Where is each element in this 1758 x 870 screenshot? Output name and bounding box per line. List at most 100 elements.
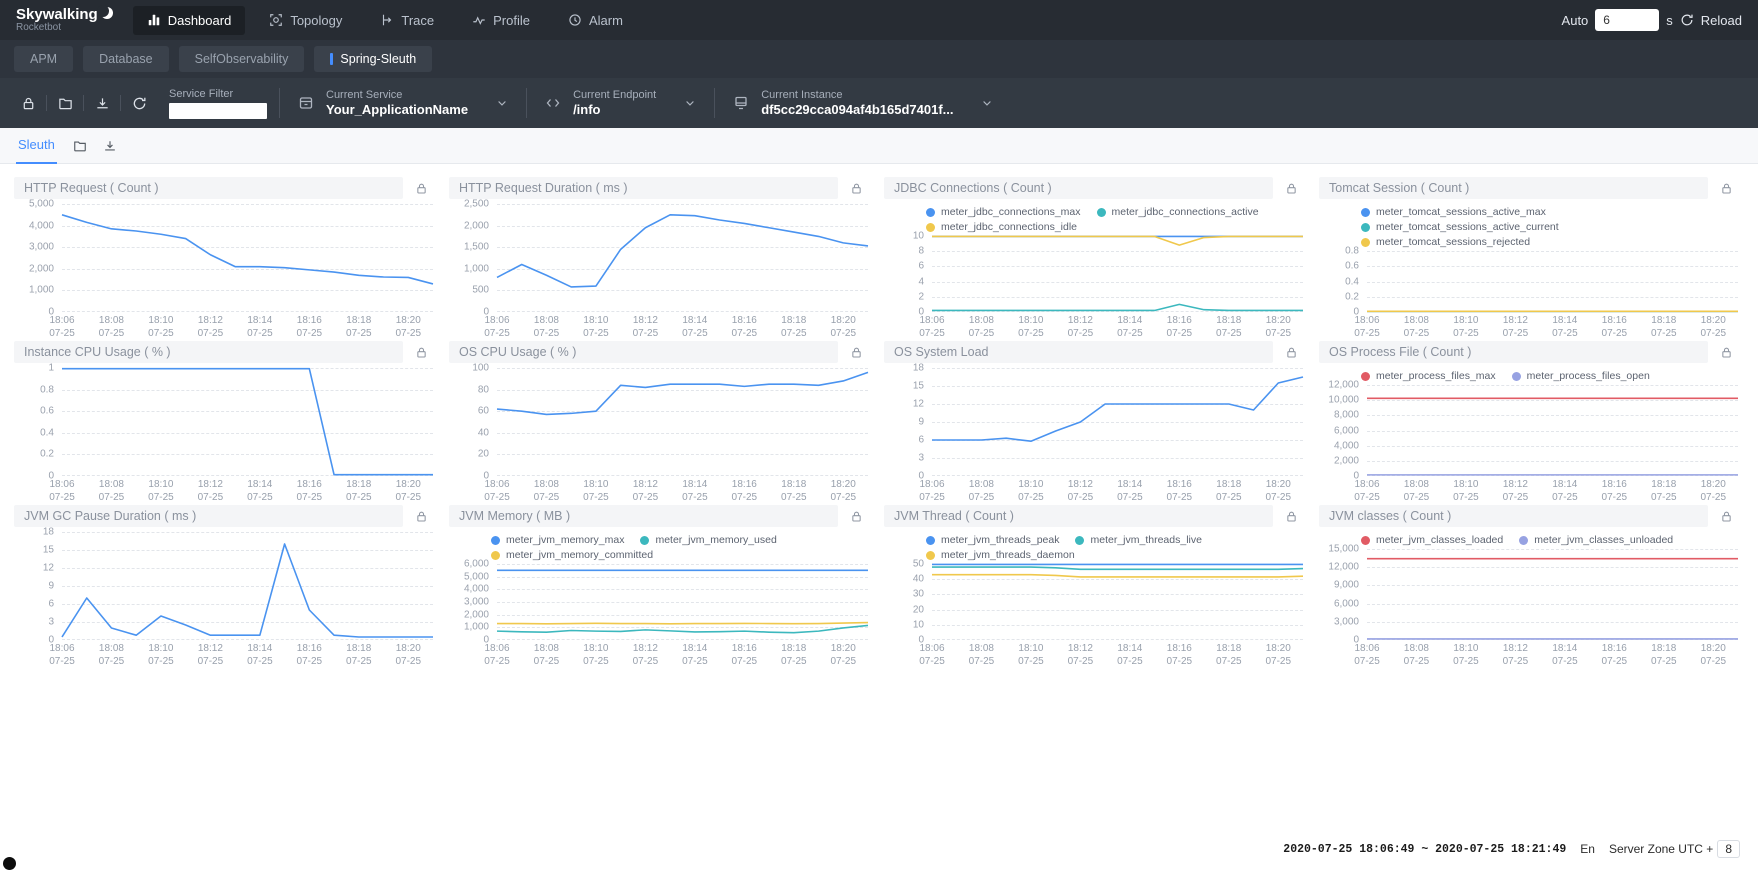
nav-item-profile[interactable]: Profile xyxy=(458,6,544,35)
legend-item[interactable]: meter_jvm_threads_live xyxy=(1075,534,1201,546)
y-tick-label: 12,000 xyxy=(1328,562,1359,573)
refresh-icon[interactable] xyxy=(121,96,157,111)
y-tick-label: 9 xyxy=(918,417,924,428)
x-tick-label: 18:1407-25 xyxy=(682,315,708,336)
nav-item-trace[interactable]: Trace xyxy=(366,6,448,35)
x-tick-label: 18:0607-25 xyxy=(919,643,945,664)
tab-spring-sleuth[interactable]: Spring-Sleuth xyxy=(314,46,432,72)
legend-item[interactable]: meter_tomcat_sessions_active_max xyxy=(1361,206,1546,218)
x-tick-label: 18:1207-25 xyxy=(1068,315,1094,336)
trace-icon xyxy=(380,13,394,27)
plot-area xyxy=(932,564,1303,640)
legend-item[interactable]: meter_jvm_threads_daemon xyxy=(926,549,1075,561)
x-axis: 18:0607-2518:0807-2518:1007-2518:1207-25… xyxy=(62,476,433,500)
nav-item-alarm[interactable]: Alarm xyxy=(554,6,637,35)
legend-item[interactable]: meter_tomcat_sessions_active_current xyxy=(1361,221,1559,233)
legend-item[interactable]: meter_jdbc_connections_max xyxy=(926,206,1081,218)
chart-body: 5,0004,0003,0002,0001,000018:0607-2518:0… xyxy=(14,200,439,336)
plot-area xyxy=(497,204,868,312)
folder-icon[interactable] xyxy=(47,96,83,111)
legend-dot xyxy=(1361,238,1370,247)
lock-icon[interactable] xyxy=(838,346,874,359)
reload-button[interactable]: Reload xyxy=(1701,13,1742,28)
y-tick-label: 2,000 xyxy=(464,220,489,231)
legend-label: meter_jvm_classes_unloaded xyxy=(1534,534,1673,546)
plot-row: 10080604020018:0607-2518:0807-2518:1007-… xyxy=(451,368,868,500)
legend-item[interactable]: meter_tomcat_sessions_rejected xyxy=(1361,236,1530,248)
download-icon[interactable] xyxy=(84,96,120,111)
server-zone-value[interactable]: 8 xyxy=(1717,840,1740,858)
series-line xyxy=(932,567,1303,569)
x-tick-label: 18:1207-25 xyxy=(198,643,224,664)
service-filter-input[interactable] xyxy=(169,103,267,119)
selector-value: df5cc29cca094af4b165d7401f... xyxy=(761,102,953,117)
nav-item-dashboard[interactable]: Dashboard xyxy=(133,6,246,35)
y-tick-label: 0.8 xyxy=(1345,246,1359,257)
divider xyxy=(279,88,280,118)
auto-interval-input[interactable] xyxy=(1595,9,1659,31)
legend-label: meter_jvm_threads_peak xyxy=(941,534,1059,546)
lock-icon[interactable] xyxy=(10,96,46,111)
legend-item[interactable]: meter_jvm_memory_max xyxy=(491,534,624,546)
y-tick-label: 5,000 xyxy=(464,571,489,582)
lock-icon[interactable] xyxy=(838,182,874,195)
chart-canvas xyxy=(497,368,868,476)
download-icon[interactable] xyxy=(103,139,117,153)
legend-item[interactable]: meter_jvm_memory_used xyxy=(640,534,776,546)
chart-card: JVM GC Pause Duration ( ms )181512963018… xyxy=(14,504,439,664)
lock-icon[interactable] xyxy=(1273,182,1309,195)
reload-icon[interactable] xyxy=(1680,13,1694,27)
y-tick-label: 20 xyxy=(478,449,489,460)
lock-icon[interactable] xyxy=(1273,346,1309,359)
y-tick-label: 80 xyxy=(478,384,489,395)
x-axis: 18:0607-2518:0807-2518:1007-2518:1207-25… xyxy=(497,476,868,500)
x-tick-label: 18:1407-25 xyxy=(1552,315,1578,336)
legend-item[interactable]: meter_jdbc_connections_idle xyxy=(926,221,1077,233)
y-axis: 10.80.60.40.20 xyxy=(16,368,62,476)
x-tick-label: 18:1607-25 xyxy=(1167,315,1193,336)
current-endpoint-selector[interactable]: Current Endpoint /info xyxy=(539,89,702,117)
legend-item[interactable]: meter_jvm_classes_loaded xyxy=(1361,534,1503,546)
legend-item[interactable]: meter_process_files_max xyxy=(1361,370,1496,382)
lock-icon[interactable] xyxy=(403,510,439,523)
service-filter-label: Service Filter xyxy=(169,88,267,100)
x-axis: 18:0607-2518:0807-2518:1007-2518:1207-25… xyxy=(1367,476,1738,500)
current-service-selector[interactable]: Current Service Your_ApplicationName xyxy=(292,89,514,117)
x-axis: 18:0607-2518:0807-2518:1007-2518:1207-25… xyxy=(497,640,868,664)
lock-icon[interactable] xyxy=(1273,510,1309,523)
legend-dot xyxy=(926,551,935,560)
x-tick-label: 18:1607-25 xyxy=(1167,479,1193,500)
legend-item[interactable]: meter_jdbc_connections_active xyxy=(1097,206,1259,218)
lock-icon[interactable] xyxy=(403,346,439,359)
lock-icon[interactable] xyxy=(1708,182,1744,195)
legend-item[interactable]: meter_jvm_memory_committed xyxy=(491,549,653,561)
lock-icon[interactable] xyxy=(838,510,874,523)
legend-dot xyxy=(491,551,500,560)
current-instance-selector[interactable]: Current Instance df5cc29cca094af4b165d74… xyxy=(727,89,999,117)
plot-area xyxy=(62,368,433,476)
tab-database[interactable]: Database xyxy=(83,46,169,72)
plot-column: 18:0607-2518:0807-2518:1007-2518:1207-25… xyxy=(62,368,433,500)
folder-icon[interactable] xyxy=(73,139,87,153)
x-tick-label: 18:1807-25 xyxy=(346,315,372,336)
lock-icon[interactable] xyxy=(403,182,439,195)
legend-item[interactable]: meter_jvm_classes_unloaded xyxy=(1519,534,1673,546)
legend-item[interactable]: meter_process_files_open xyxy=(1512,370,1650,382)
chart-title: OS System Load xyxy=(884,341,1273,363)
nav-item-topology[interactable]: Topology xyxy=(255,6,356,35)
language-switch[interactable]: En xyxy=(1580,842,1595,856)
legend-item[interactable]: meter_jvm_threads_peak xyxy=(926,534,1059,546)
tab-apm[interactable]: APM xyxy=(14,46,73,72)
chart-canvas xyxy=(62,204,433,312)
y-tick-label: 9 xyxy=(48,581,54,592)
x-tick-label: 18:1007-25 xyxy=(583,315,609,336)
y-tick-label: 15,000 xyxy=(1328,544,1359,555)
tab-selfobservability[interactable]: SelfObservability xyxy=(179,46,305,72)
lock-icon[interactable] xyxy=(1708,510,1744,523)
x-tick-label: 18:0807-25 xyxy=(99,315,125,336)
legend-dot xyxy=(1361,223,1370,232)
tab-sleuth[interactable]: Sleuth xyxy=(16,128,57,164)
x-tick-label: 18:0807-25 xyxy=(534,315,560,336)
x-tick-label: 18:0607-25 xyxy=(1354,479,1380,500)
lock-icon[interactable] xyxy=(1708,346,1744,359)
